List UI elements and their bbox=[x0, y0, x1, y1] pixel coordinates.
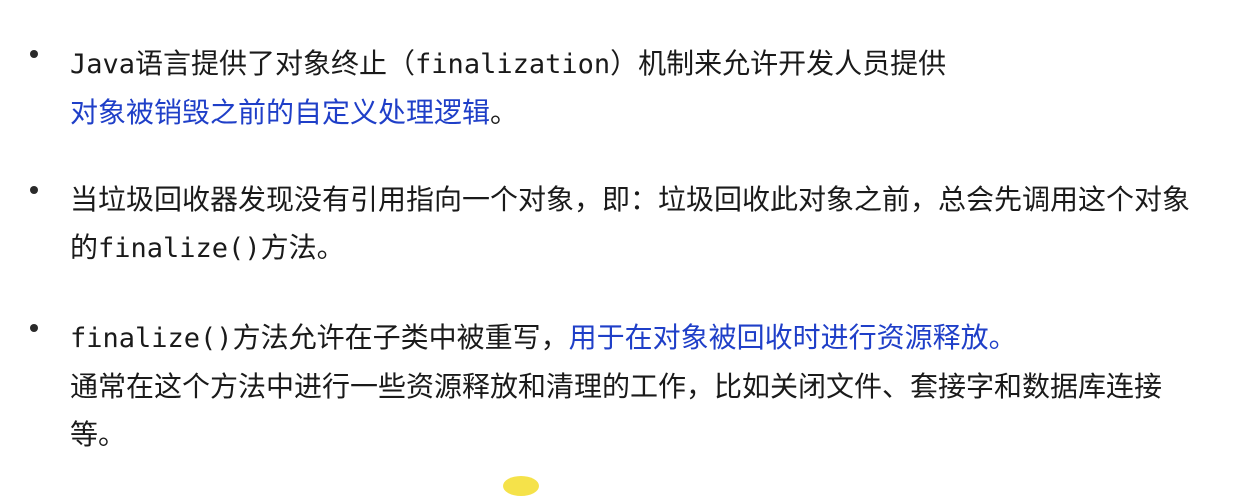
text-segment: 方法允许在子类中被重写， bbox=[232, 321, 569, 354]
text-segment: Java bbox=[70, 49, 136, 80]
bullet-text: 当垃圾回收器发现没有引用指向一个对象，即：垃圾回收此对象之前，总会先调用这个对象… bbox=[70, 176, 1200, 273]
highlighted-text: 对象被销毁之前的自定义处理逻辑 bbox=[70, 96, 491, 129]
bullet-icon bbox=[30, 50, 38, 58]
mouse-cursor-highlight-icon bbox=[503, 476, 539, 496]
text-segment: ）机制来允许开发人员提供 bbox=[610, 47, 947, 80]
text-segment: finalize() bbox=[70, 323, 233, 354]
highlighted-text: 用于在对象被回收时进行资源释放。 bbox=[568, 321, 1017, 354]
bullet-icon bbox=[30, 186, 38, 194]
text-segment: finalization bbox=[415, 49, 611, 80]
text-segment: 语言提供了对象终止（ bbox=[135, 47, 416, 80]
bullet-text: finalize()方法允许在子类中被重写，用于在对象被回收时进行资源释放。通常… bbox=[70, 314, 1200, 459]
text-segment: 通常在这个方法中进行一些资源释放和清理的工作，比如关闭文件、套接字和数据库连接等… bbox=[70, 370, 1163, 451]
text-segment: 方法。 bbox=[260, 231, 345, 264]
text-segment: finalize() bbox=[98, 233, 261, 264]
bullet-text: Java语言提供了对象终止（finalization）机制来允许开发人员提供对象… bbox=[70, 40, 1200, 137]
bullet-icon bbox=[30, 324, 38, 332]
text-segment: 。 bbox=[490, 96, 519, 129]
slide: Java语言提供了对象终止（finalization）机制来允许开发人员提供对象… bbox=[0, 0, 1239, 496]
